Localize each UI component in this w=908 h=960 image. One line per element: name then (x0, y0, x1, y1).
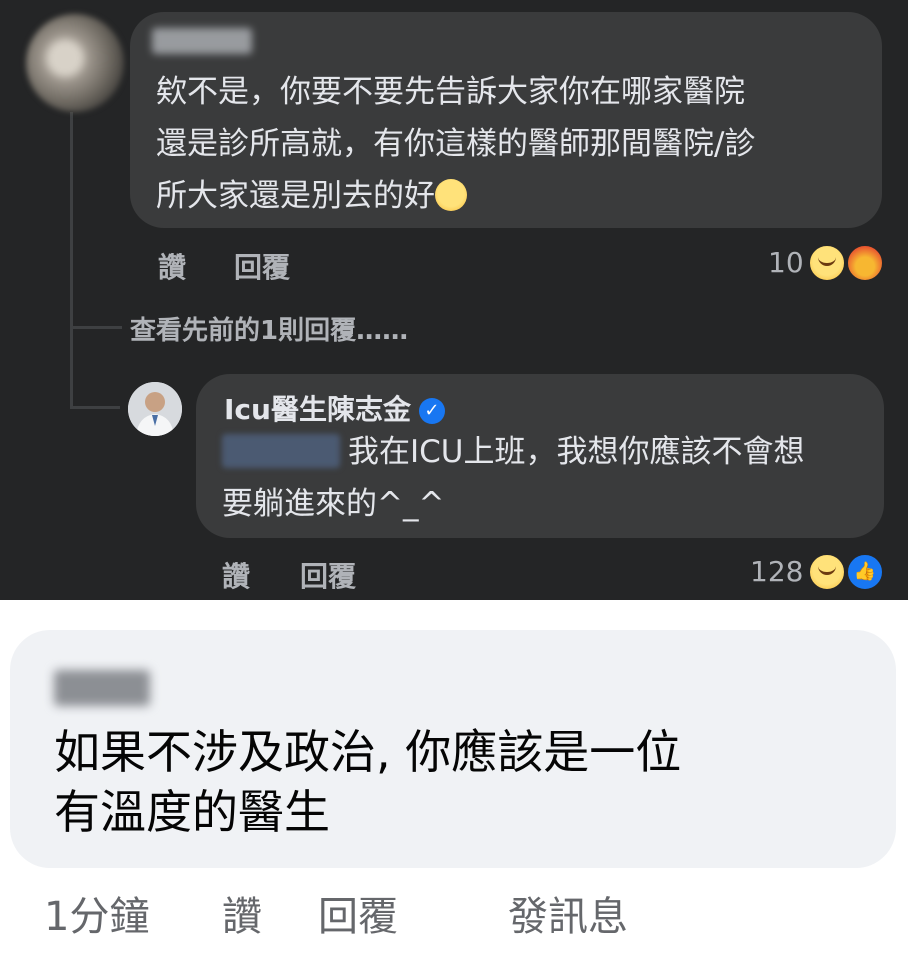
blurred-commenter-name[interactable] (152, 28, 252, 54)
comment-timestamp: 1分鐘 (44, 894, 150, 940)
author-name[interactable]: Icu醫生陳志金 (224, 393, 411, 426)
blurred-commenter-name[interactable] (54, 670, 150, 706)
reaction-count[interactable]: 128 (750, 555, 803, 588)
like-button[interactable]: 讚 (222, 884, 262, 942)
blurred-avatar[interactable] (26, 14, 124, 112)
reaction-count[interactable]: 10 (768, 246, 804, 279)
angry-reaction-icon (846, 244, 884, 282)
face-with-tears-emoji-icon (435, 179, 467, 211)
blurred-mention-tag[interactable] (222, 434, 340, 468)
haha-reaction-icon (808, 244, 846, 282)
reply-author[interactable]: Icu醫生陳志金 ✓ (224, 388, 445, 428)
send-message-button[interactable]: 發訊息 (508, 884, 628, 942)
verified-badge-icon: ✓ (418, 398, 445, 424)
reply-button[interactable]: 回覆 (300, 555, 356, 595)
doctor-avatar[interactable] (128, 382, 182, 436)
thread-branch-line (70, 406, 120, 409)
dark-thread-screenshot: 欸不是，你要不要先告訴大家你在哪家醫院 還是診所高就，有你這樣的醫師那間醫院/診… (0, 0, 908, 600)
thread-branch-line (70, 326, 122, 329)
comment-bubble: 欸不是，你要不要先告訴大家你在哪家醫院 還是診所高就，有你這樣的醫師那間醫院/診… (130, 12, 882, 228)
like-button[interactable]: 讚 (222, 555, 250, 595)
view-previous-replies-link[interactable]: 查看先前的1則回覆…… (130, 310, 408, 347)
like-button[interactable]: 讚 (158, 246, 186, 286)
reply-bubble: Icu醫生陳志金 ✓ 我在ICU上班，我想你應該不會想 要躺進來的^_^ (196, 374, 884, 538)
like-reaction-icon: 👍 (846, 553, 884, 591)
haha-reaction-icon (808, 553, 846, 591)
reply-text: 我在ICU上班，我想你應該不會想 要躺進來的^_^ (222, 426, 862, 530)
reply-button[interactable]: 回覆 (234, 246, 290, 286)
thread-line (70, 112, 73, 408)
reply-button[interactable]: 回覆 (318, 884, 398, 942)
comment-text: 如果不涉及政治, 你應該是一位 有溫度的醫生 (54, 725, 682, 839)
comment-text: 欸不是，你要不要先告訴大家你在哪家醫院 還是診所高就，有你這樣的醫師那間醫院/診… (156, 66, 846, 222)
comment-bubble-light: 如果不涉及政治, 你應該是一位 有溫度的醫生 (10, 630, 896, 868)
